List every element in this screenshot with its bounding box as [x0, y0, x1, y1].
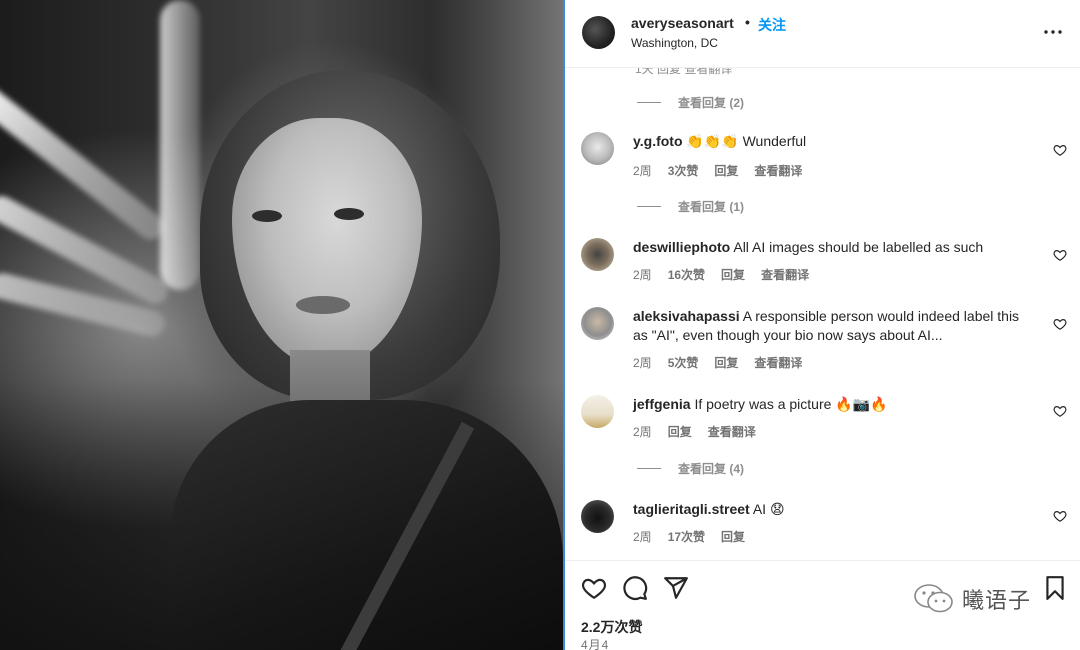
comment-text-block: aleksivahapassi A responsible person wou…: [633, 307, 1033, 345]
share-icon[interactable]: [663, 575, 689, 601]
comment-heart-icon[interactable]: [1053, 404, 1067, 418]
more-horizontal-icon[interactable]: [1041, 22, 1065, 42]
reply-button[interactable]: 回复: [714, 354, 738, 371]
comment-likes[interactable]: 17次赞: [668, 528, 705, 545]
translate-button[interactable]: 查看翻译: [754, 354, 802, 371]
comment-age: 2周: [633, 530, 652, 544]
comment-text: All AI images should be labelled as such: [733, 239, 984, 255]
commenter-username[interactable]: jeffgenia: [633, 396, 691, 412]
follow-button[interactable]: 关注: [758, 15, 786, 35]
comment-likes[interactable]: 3次赞: [668, 162, 699, 179]
post-header: averyseasonart • 关注 Washington, DC: [565, 0, 1080, 68]
commenter-avatar[interactable]: [581, 238, 614, 271]
view-replies-button[interactable]: 查看回复 (4): [637, 460, 744, 476]
comment-icon[interactable]: [622, 575, 648, 601]
comment-text-block: jeffgenia If poetry was a picture 🔥📷🔥: [633, 395, 1033, 414]
commenter-avatar[interactable]: [581, 395, 614, 428]
commenter-username[interactable]: y.g.foto: [633, 133, 683, 149]
comment-heart-icon[interactable]: [1053, 143, 1067, 157]
wechat-icon: [914, 584, 953, 613]
comment-meta: 2周 16次赞 回复 查看翻译: [633, 266, 809, 283]
author-username[interactable]: averyseasonart: [631, 15, 734, 31]
view-replies-button[interactable]: 查看回复 (2): [637, 94, 744, 110]
comment-age: 2周: [633, 356, 652, 370]
comment-meta: 2周 回复 查看翻译: [633, 423, 756, 440]
comment-age: 2周: [633, 164, 652, 178]
comment-text-block: taglieritagli.street AI 😧: [633, 500, 1033, 519]
comment-age: 2周: [633, 268, 652, 282]
reply-button[interactable]: 回复: [721, 528, 745, 545]
comment-text: 👏👏👏 Wunderful: [686, 133, 807, 149]
post-detail-panel: averyseasonart • 关注 Washington, DC 1天 回复…: [565, 0, 1080, 650]
comment-text: AI 😧: [752, 501, 785, 517]
comment-text-block: y.g.foto 👏👏👏 Wunderful: [633, 132, 1033, 151]
view-replies-label: 查看回复 (2): [678, 95, 745, 110]
comment-heart-icon[interactable]: [1053, 317, 1067, 331]
post-location[interactable]: Washington, DC: [631, 36, 718, 50]
comment-likes[interactable]: 16次赞: [668, 266, 705, 283]
watermark-text: 曦语子: [962, 588, 1032, 613]
cut-off-comment-meta: 1天 回复 查看翻译: [635, 68, 733, 76]
comments-list[interactable]: 1天 回复 查看翻译 查看回复 (2) y.g.foto 👏👏👏 Wunderf…: [565, 68, 1080, 560]
translate-button[interactable]: 查看翻译: [754, 162, 802, 179]
reply-button[interactable]: 回复: [714, 162, 738, 179]
comment-text: If poetry was a picture 🔥📷🔥: [694, 396, 888, 412]
view-replies-button[interactable]: 查看回复 (1): [637, 198, 744, 214]
comment-age: 2周: [633, 425, 652, 439]
comment-meta: 2周 17次赞 回复: [633, 528, 745, 545]
commenter-username[interactable]: taglieritagli.street: [633, 501, 750, 517]
translate-button[interactable]: 查看翻译: [761, 266, 809, 283]
comment-text-block: deswilliephoto All AI images should be l…: [633, 238, 1033, 257]
commenter-avatar[interactable]: [581, 132, 614, 165]
comment-heart-icon[interactable]: [1053, 509, 1067, 523]
reply-button[interactable]: 回复: [668, 423, 692, 440]
comment-meta: 2周 5次赞 回复 查看翻译: [633, 354, 802, 371]
comment-heart-icon[interactable]: [1053, 248, 1067, 262]
post-date: 4月4: [581, 638, 610, 650]
bookmark-icon[interactable]: [1042, 575, 1068, 601]
commenter-avatar[interactable]: [581, 500, 614, 533]
comment-likes[interactable]: 5次赞: [668, 354, 699, 371]
translate-button[interactable]: 查看翻译: [708, 423, 756, 440]
post-image[interactable]: [0, 0, 563, 650]
header-separator: •: [745, 14, 750, 30]
comment-meta: 2周 3次赞 回复 查看翻译: [633, 162, 802, 179]
like-count[interactable]: 2.2万次赞: [581, 617, 642, 637]
view-replies-label: 查看回复 (1): [678, 199, 745, 214]
author-avatar[interactable]: [582, 16, 615, 49]
commenter-username[interactable]: aleksivahapassi: [633, 308, 740, 324]
reply-button[interactable]: 回复: [721, 266, 745, 283]
commenter-username[interactable]: deswilliephoto: [633, 239, 730, 255]
view-replies-label: 查看回复 (4): [678, 461, 745, 476]
watermark: 曦语子: [912, 583, 1031, 615]
commenter-avatar[interactable]: [581, 307, 614, 340]
post-actions: 曦语子 2.2万次赞 4月4: [565, 560, 1080, 650]
heart-icon[interactable]: [581, 575, 607, 601]
